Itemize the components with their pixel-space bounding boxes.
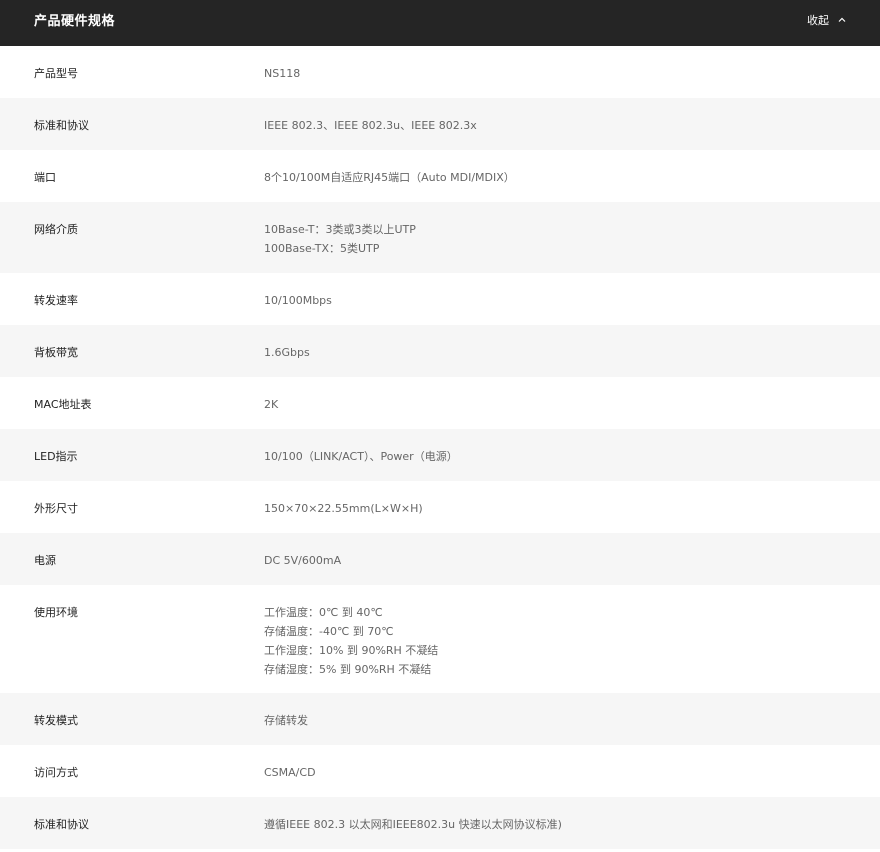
spec-value: IEEE 802.3、IEEE 802.3u、IEEE 802.3x xyxy=(264,116,880,150)
spec-row: LED指示 10/100（LINK/ACT）、Power（电源） xyxy=(0,429,880,481)
page-title: 产品硬件规格 xyxy=(34,14,116,29)
spec-row: 网络介质 10Base-T：3类或3类以上UTP 100Base-TX：5类UTP xyxy=(0,202,880,273)
spec-value-line: 10/100Mbps xyxy=(264,294,332,307)
spec-row: 访问方式 CSMA/CD xyxy=(0,745,880,797)
spec-label: LED指示 xyxy=(34,450,78,463)
spec-row: 使用环境 工作温度：0℃ 到 40℃ 存储温度：-40℃ 到 70℃ 工作湿度：10%… xyxy=(0,585,880,693)
spec-value-line: DC 5V/600mA xyxy=(264,554,342,567)
spec-value-line: 100Base-TX：5类UTP xyxy=(264,242,380,255)
spec-value-line: 2K xyxy=(264,398,279,411)
spec-value: 1.6Gbps xyxy=(264,343,880,377)
spec-label: 转发速率 xyxy=(34,294,78,307)
spec-value: NS118 xyxy=(264,64,880,98)
spec-value: 2K xyxy=(264,395,880,429)
spec-row: 端口 8个10/100M自适应RJ45端口（Auto MDI/MDIX） xyxy=(0,150,880,202)
spec-row: 转发模式 存储转发 xyxy=(0,693,880,745)
spec-value-line: IEEE 802.3、IEEE 802.3u、IEEE 802.3x xyxy=(264,119,477,132)
spec-label: 电源 xyxy=(34,554,56,567)
spec-row: MAC地址表 2K xyxy=(0,377,880,429)
spec-value: CSMA/CD xyxy=(264,763,880,797)
spec-value: 8个10/100M自适应RJ45端口（Auto MDI/MDIX） xyxy=(264,168,880,202)
spec-value: 150×70×22.55mm(L×W×H) xyxy=(264,499,880,533)
spec-label: 端口 xyxy=(34,171,56,184)
spec-row: 标准和协议 遵循IEEE 802.3 以太网和IEEE802.3u 快速以太网协议… xyxy=(0,797,880,849)
spec-value: 10/100Mbps xyxy=(264,291,880,325)
spec-row: 背板带宽 1.6Gbps xyxy=(0,325,880,377)
spec-value: 10/100（LINK/ACT）、Power（电源） xyxy=(264,447,880,481)
spec-label: 标准和协议 xyxy=(34,119,89,132)
spec-row: 转发速率 10/100Mbps xyxy=(0,273,880,325)
spec-label: 转发模式 xyxy=(34,714,78,727)
spec-label: 外形尺寸 xyxy=(34,502,78,515)
spec-value-line: 工作湿度：10% 到 90%RH 不凝结 xyxy=(264,644,439,657)
spec-label: 背板带宽 xyxy=(34,346,78,359)
spec-value: DC 5V/600mA xyxy=(264,551,880,585)
spec-row: 外形尺寸 150×70×22.55mm(L×W×H) xyxy=(0,481,880,533)
chevron-up-icon xyxy=(838,17,846,22)
spec-value-line: 存储温度：-40℃ 到 70℃ xyxy=(264,625,394,638)
spec-label: 使用环境 xyxy=(34,606,78,619)
collapse-label: 收起 xyxy=(807,14,829,27)
spec-value: 10Base-T：3类或3类以上UTP 100Base-TX：5类UTP xyxy=(264,220,880,273)
spec-value-line: 150×70×22.55mm(L×W×H) xyxy=(264,502,423,515)
spec-value-line: CSMA/CD xyxy=(264,766,316,779)
spec-label: 产品型号 xyxy=(34,67,78,80)
spec-value-line: 10Base-T：3类或3类以上UTP xyxy=(264,223,416,236)
spec-value: 遵循IEEE 802.3 以太网和IEEE802.3u 快速以太网协议标准) xyxy=(264,815,880,849)
spec-row: 产品型号 NS118 xyxy=(0,46,880,98)
spec-header: 产品硬件规格 收起 xyxy=(0,0,880,46)
spec-label: 网络介质 xyxy=(34,223,78,236)
spec-value-line: NS118 xyxy=(264,67,301,80)
spec-row: 电源 DC 5V/600mA xyxy=(0,533,880,585)
spec-value-line: 存储转发 xyxy=(264,714,308,727)
spec-label: 标准和协议 xyxy=(34,818,89,831)
collapse-button[interactable]: 收起 xyxy=(807,12,847,28)
spec-table: 产品型号 NS118 标准和协议 IEEE 802.3、IEEE 802.3u、IEE… xyxy=(0,46,880,849)
hardware-spec-panel: 产品硬件规格 收起 产品型号 NS118 标准和协议 IEEE 802.3、IEEE … xyxy=(0,0,880,852)
spec-row: 标准和协议 IEEE 802.3、IEEE 802.3u、IEEE 802.3x xyxy=(0,98,880,150)
spec-value-line: 10/100（LINK/ACT）、Power（电源） xyxy=(264,450,458,463)
spec-value: 存储转发 xyxy=(264,711,880,745)
spec-value-line: 遵循IEEE 802.3 以太网和IEEE802.3u 快速以太网协议标准) xyxy=(264,818,562,831)
spec-value-line: 8个10/100M自适应RJ45端口（Auto MDI/MDIX） xyxy=(264,171,515,184)
spec-label: MAC地址表 xyxy=(34,398,92,411)
spec-value-line: 存储湿度：5% 到 90%RH 不凝结 xyxy=(264,663,432,676)
spec-value-line: 工作温度：0℃ 到 40℃ xyxy=(264,606,383,619)
spec-value-line: 1.6Gbps xyxy=(264,346,310,359)
spec-value: 工作温度：0℃ 到 40℃ 存储温度：-40℃ 到 70℃ 工作湿度：10% 到 9… xyxy=(264,603,880,693)
spec-label: 访问方式 xyxy=(34,766,78,779)
